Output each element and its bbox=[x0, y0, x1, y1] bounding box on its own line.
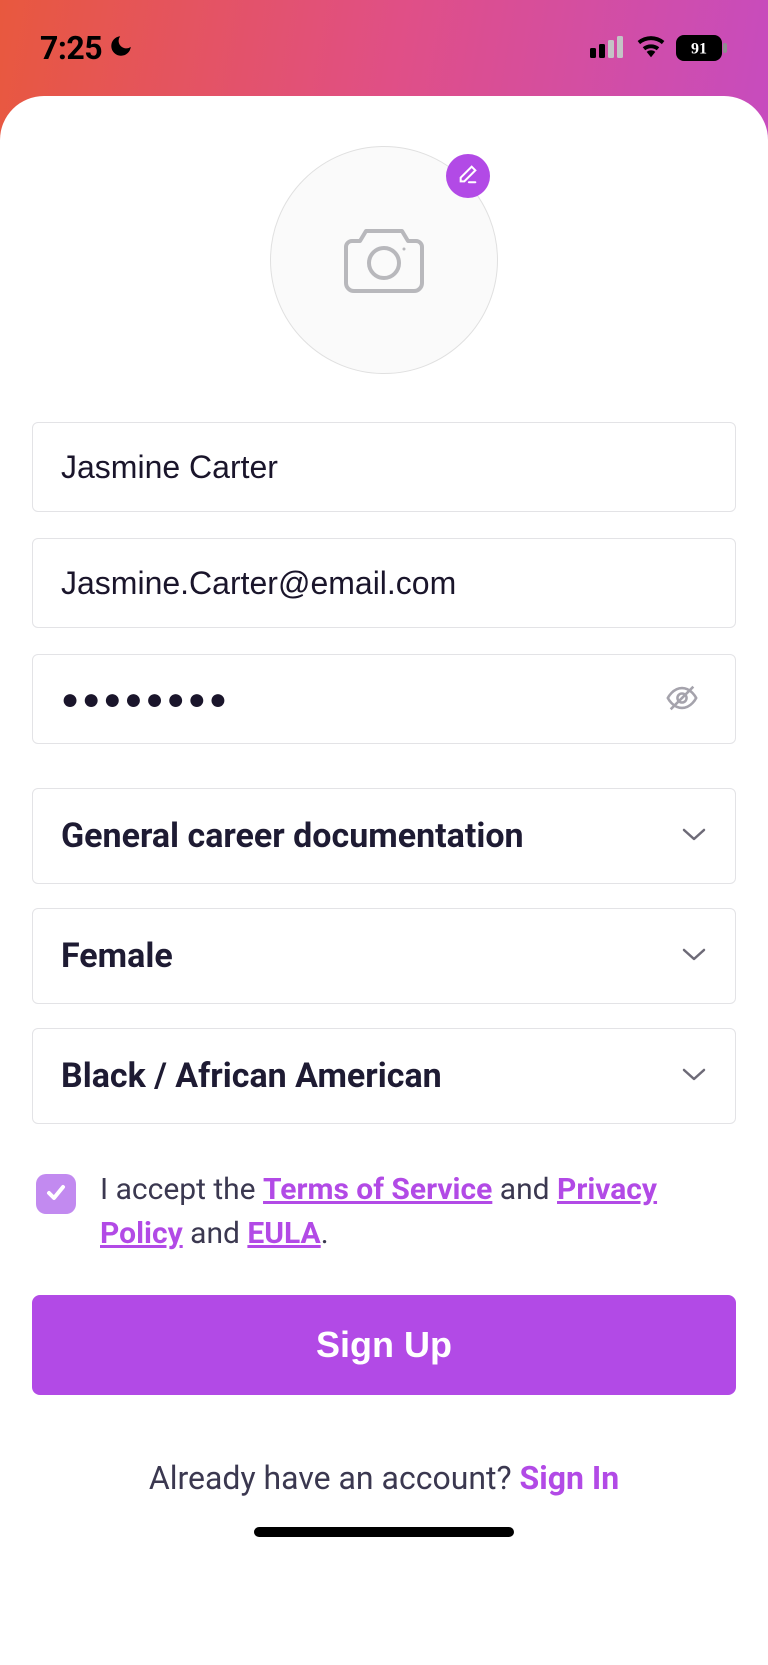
moon-icon bbox=[108, 33, 134, 63]
wifi-icon bbox=[636, 34, 666, 62]
eye-off-icon bbox=[665, 703, 699, 718]
email-field[interactable] bbox=[32, 538, 736, 628]
terms-and1: and bbox=[492, 1172, 557, 1207]
already-text: Already have an account? bbox=[149, 1459, 520, 1497]
name-field[interactable] bbox=[32, 422, 736, 512]
terms-and2: and bbox=[183, 1216, 248, 1251]
signin-row: Already have an account? Sign In bbox=[32, 1459, 736, 1497]
gender-value: Female bbox=[61, 936, 173, 976]
svg-text:91: 91 bbox=[691, 41, 707, 58]
gender-select[interactable]: Female bbox=[32, 908, 736, 1004]
eula-link[interactable]: EULA bbox=[247, 1216, 320, 1251]
ethnicity-value: Black / African American bbox=[61, 1056, 442, 1096]
check-icon bbox=[44, 1180, 68, 1208]
toggle-password-button[interactable] bbox=[657, 673, 707, 726]
avatar-upload[interactable] bbox=[270, 146, 498, 374]
signup-button[interactable]: Sign Up bbox=[32, 1295, 736, 1395]
chevron-down-icon bbox=[681, 1066, 707, 1086]
edit-avatar-button[interactable] bbox=[446, 154, 490, 198]
terms-checkbox[interactable] bbox=[36, 1174, 76, 1214]
name-input[interactable] bbox=[61, 449, 707, 486]
password-mask: ●●●●●●●● bbox=[61, 682, 657, 717]
password-field[interactable]: ●●●●●●●● bbox=[32, 654, 736, 744]
career-value: General career documentation bbox=[61, 816, 524, 856]
chevron-down-icon bbox=[681, 826, 707, 846]
terms-prefix: I accept the bbox=[100, 1172, 263, 1207]
chevron-down-icon bbox=[681, 946, 707, 966]
signup-card: ●●●●●●●● General career documentation Fe… bbox=[0, 96, 768, 1665]
career-select[interactable]: General career documentation bbox=[32, 788, 736, 884]
email-input[interactable] bbox=[61, 565, 707, 602]
battery-icon: 91 bbox=[676, 35, 728, 61]
status-time: 7:25 bbox=[40, 29, 102, 67]
home-indicator[interactable] bbox=[254, 1527, 514, 1537]
tos-link[interactable]: Terms of Service bbox=[263, 1172, 492, 1207]
status-left: 7:25 bbox=[40, 29, 134, 67]
cell-signal-icon bbox=[590, 34, 626, 62]
status-right: 91 bbox=[590, 34, 728, 62]
pencil-icon bbox=[457, 163, 479, 189]
ethnicity-select[interactable]: Black / African American bbox=[32, 1028, 736, 1124]
signin-link[interactable]: Sign In bbox=[520, 1459, 620, 1497]
screen: 7:25 91 bbox=[0, 0, 768, 1665]
terms-row: I accept the Terms of Service and Privac… bbox=[36, 1168, 732, 1255]
camera-icon bbox=[342, 221, 426, 299]
terms-text: I accept the Terms of Service and Privac… bbox=[100, 1168, 732, 1255]
terms-period: . bbox=[321, 1216, 329, 1251]
status-bar: 7:25 91 bbox=[0, 0, 768, 96]
